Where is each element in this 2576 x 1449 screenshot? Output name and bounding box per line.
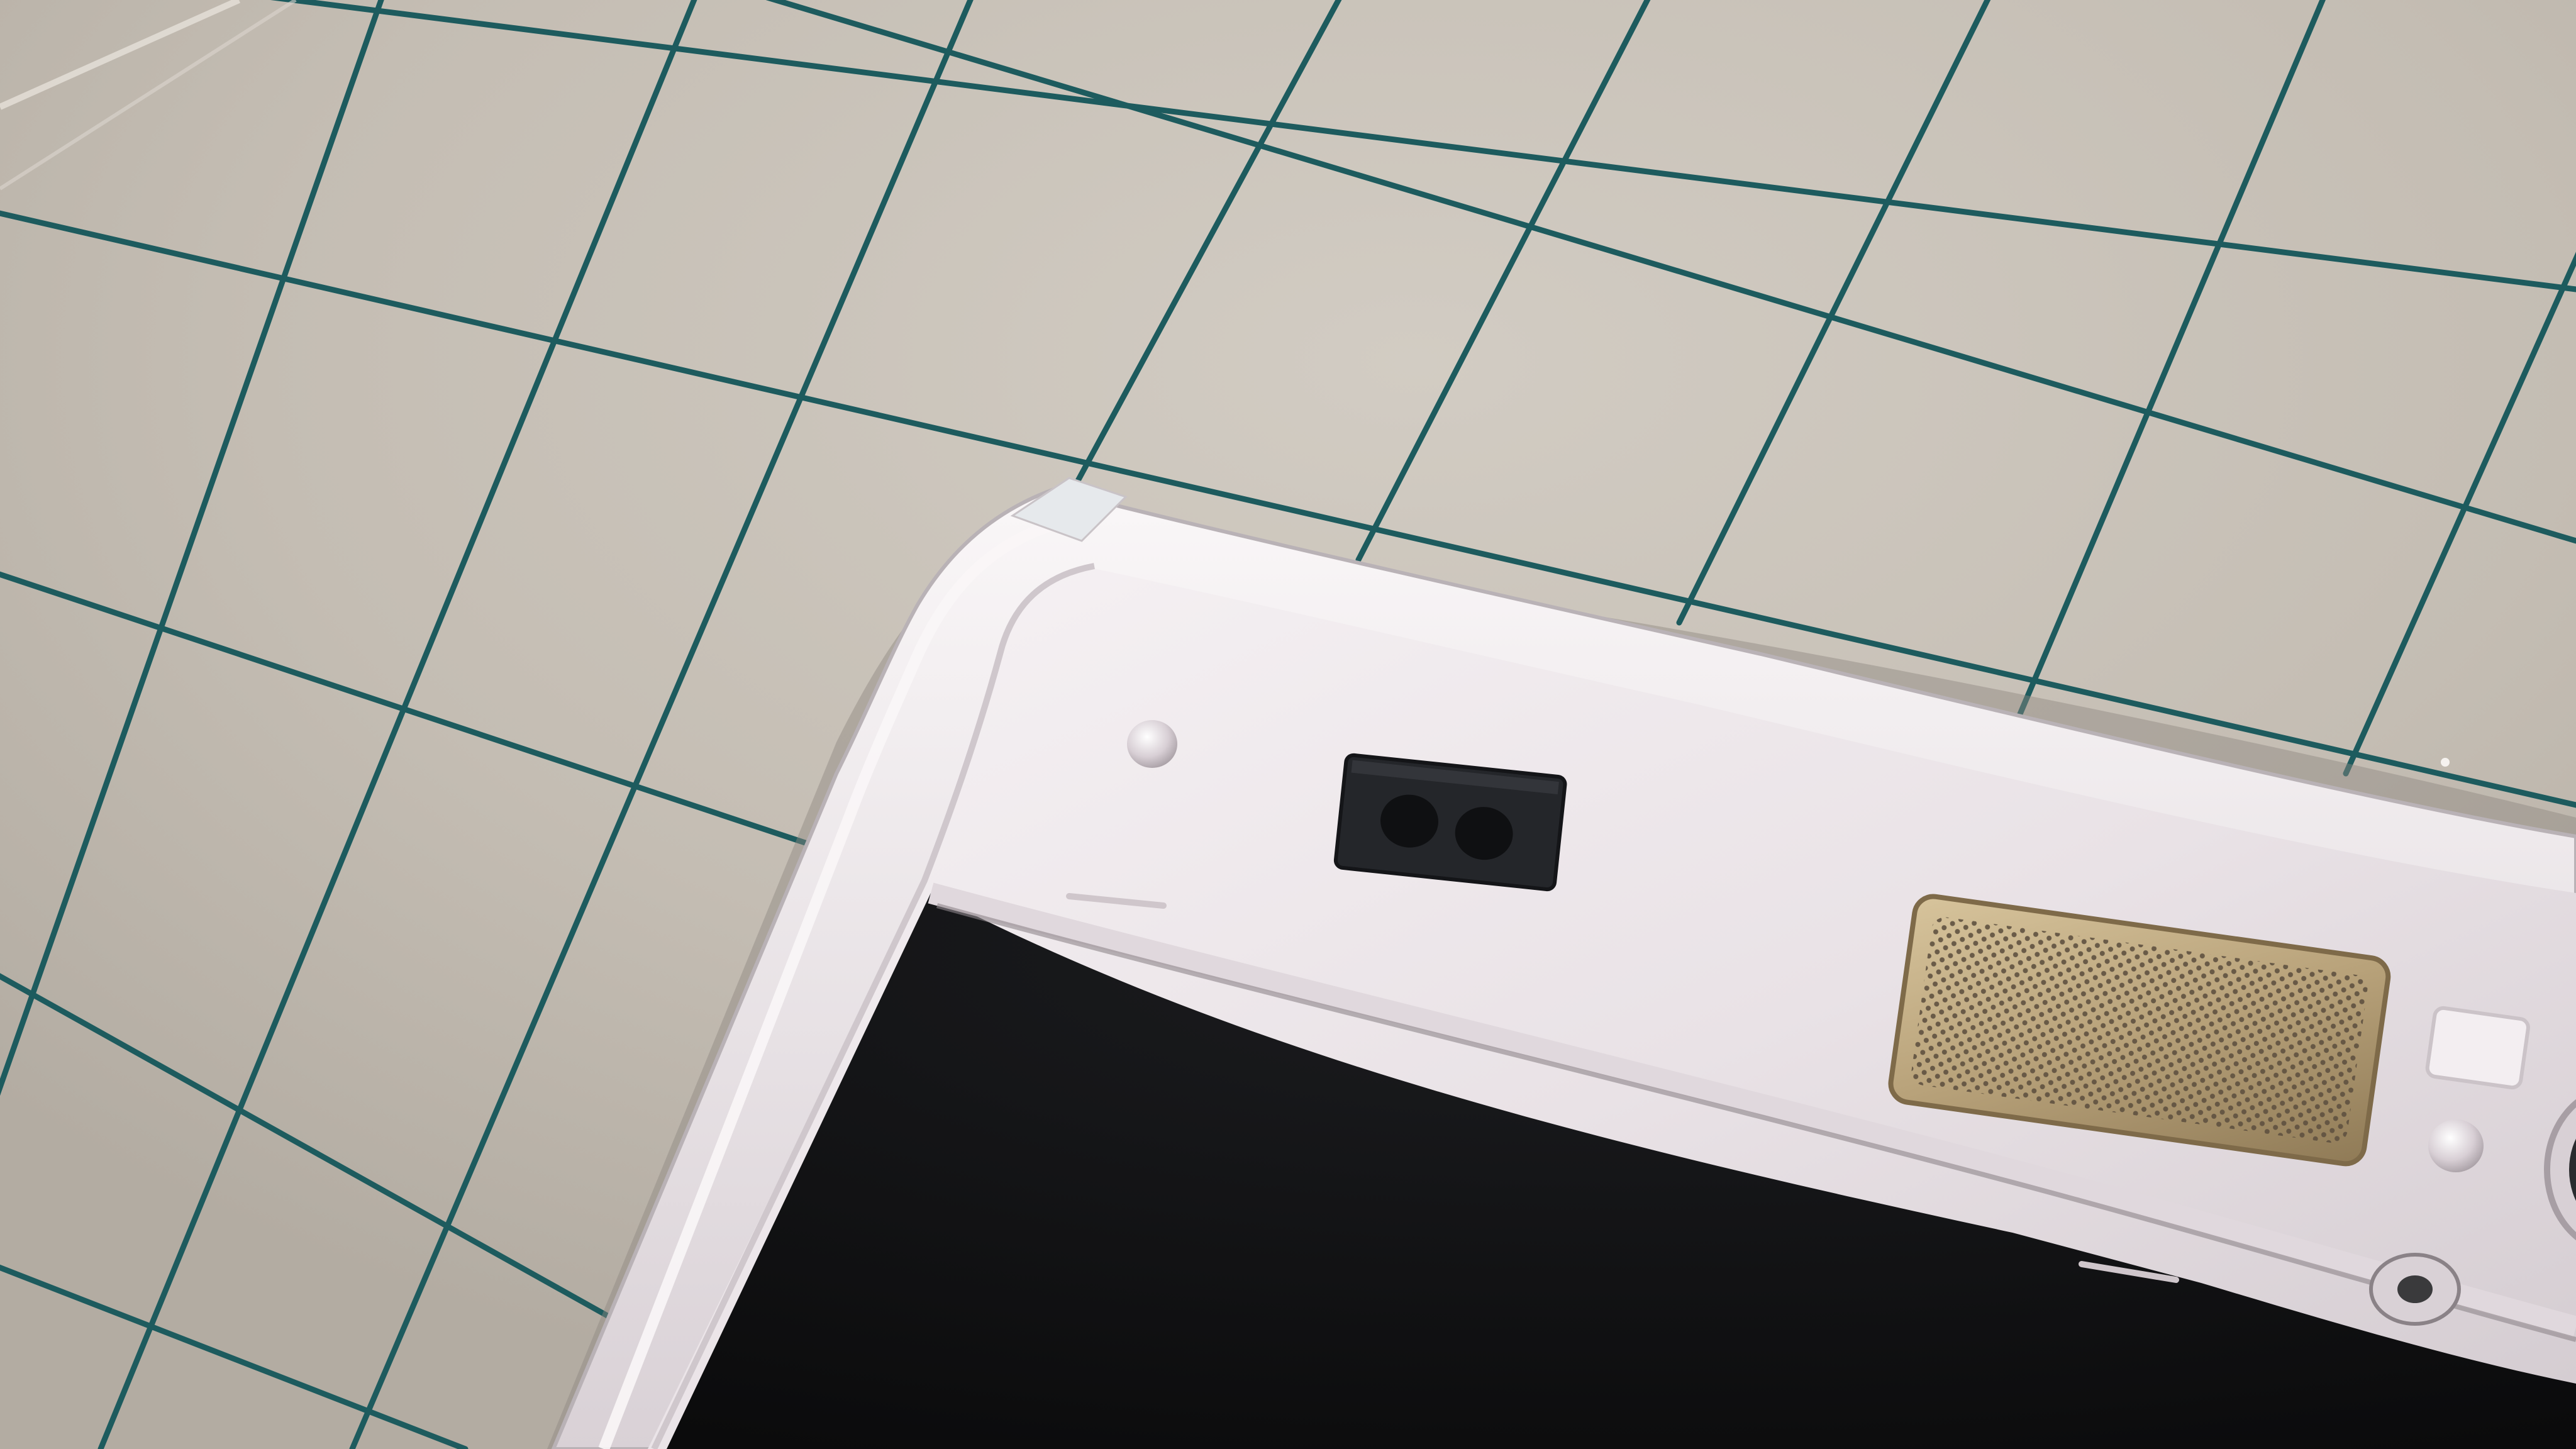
debris-fleck <box>2441 758 2450 767</box>
mounting-hole <box>1127 720 1177 768</box>
photo-svg <box>0 0 2576 1449</box>
small-hole <box>2428 1119 2484 1172</box>
proximity-sensor <box>1333 753 1567 892</box>
sensor-window <box>2425 1006 2530 1090</box>
screw-boss <box>2369 1253 2461 1326</box>
photo-scene <box>0 0 2576 1449</box>
